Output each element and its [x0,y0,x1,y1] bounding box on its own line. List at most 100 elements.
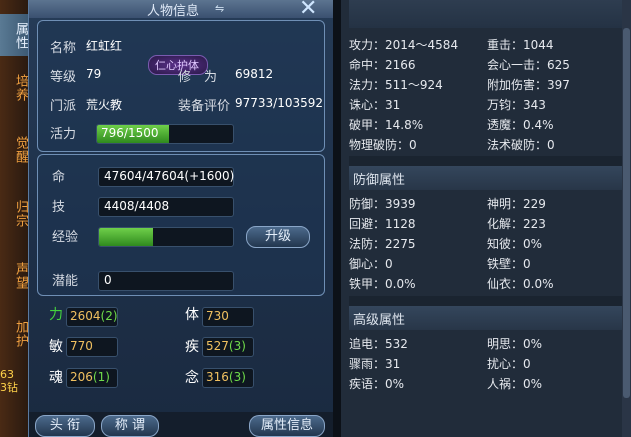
stat-value-constitution: 730 [206,309,229,323]
exp-fill [99,228,153,246]
defense-stat: 防御：3939 [349,197,416,211]
side-number-1: 63 [0,368,14,381]
attack-stat: 透魔：0.4% [487,118,554,132]
stat-base-agility: 770 [70,339,93,353]
stat-field-speed: 527(3) [202,337,254,357]
side-tab-bar: 属性 培养 觉醒 归宗 声望 加护 63 3钻 [0,0,28,437]
name-label: 名称 [50,41,77,56]
stat-field-agility: 770 [66,337,118,357]
upgrade-button[interactable]: 升级 [246,226,310,248]
advanced-stat: 人祸：0% [487,377,543,391]
swap-icon[interactable]: ⇋ [215,2,224,15]
attack-header [349,0,622,28]
side-number-2: 3钻 [0,381,18,394]
stat-bonus-soul: (1) [92,370,110,384]
attack-stat: 物理破防：0 [349,138,417,152]
vitality-value: 796/1500 [101,126,159,140]
cultivation-value: 69812 [235,67,274,81]
gear-score-label: 装备评价 [178,99,231,114]
stat-base-strength: 2604 [70,309,101,323]
stat-value-mind: 316(3) [206,370,246,384]
faction-label: 门派 [50,99,77,114]
defense-stat: 铁壁：0 [487,257,531,271]
scrollbar[interactable] [622,0,631,437]
advanced-title: 高级属性 [353,313,406,328]
defense-stat: 回避：1128 [349,217,416,231]
stat-field-mind: 316(3) [202,368,254,388]
vitals-box: 命 47604/47604(+1600) 技 4408/4408 经验 升级 潜… [37,154,325,296]
stat-field-soul: 206(1) [66,368,118,388]
stat-base-mind: 316 [206,370,229,384]
stat-value-agility: 770 [70,339,93,353]
basic-info-box: 名称 红虹红 仁心护体 等级 79 修 为 69812 门派 荒火教 装备评价 … [37,20,325,152]
attack-stat: 破甲：14.8% [349,118,424,132]
advanced-stat: 明思：0% [487,337,543,351]
level-label: 等级 [50,70,77,85]
tab-protection[interactable]: 加护 [0,312,28,354]
advanced-header: 高级属性 [349,306,622,330]
tab-reputation[interactable]: 声望 [0,254,28,296]
stat-base-speed: 527 [206,339,229,353]
stat-bonus-strength: (2) [100,309,118,323]
advanced-stat: 追电：532 [349,337,408,351]
panel-divider [333,0,341,437]
stat-base-soul: 206 [70,370,93,384]
section-divider [349,156,622,166]
tab-return[interactable]: 归宗 [0,192,28,234]
section-divider [349,296,622,306]
level-value: 79 [86,67,102,81]
tab-cultivate[interactable]: 培养 [0,66,28,108]
stat-base-constitution: 730 [206,309,229,323]
exp-bar [98,227,234,247]
exp-label: 经验 [52,230,79,245]
stat-bonus-speed: (3) [228,339,246,353]
attack-stat: 攻力：2014～4584 [349,38,459,52]
side-number: 63 3钻 [0,368,28,394]
advanced-stat: 扰心：0 [487,357,531,371]
attack-stat: 重击：1044 [487,38,554,52]
defense-stat: 知彼：0% [487,237,543,251]
defense-stat: 铁甲：0.0% [349,277,416,291]
defense-stat: 法防：2275 [349,237,416,251]
stat-label-agility: 敏 [49,339,63,355]
gear-score-value: 97733/103592 [235,96,324,110]
appellation-button[interactable]: 称 谓 [101,415,159,437]
stat-label-strength: 力 [49,307,63,323]
attribute-detail-panel: 攻力：2014～4584 重击：1044 命中：2166 会心一击：625 法力：511… [341,0,622,437]
faction-value: 荒火教 [86,98,123,112]
stat-label-soul: 魂 [49,370,63,386]
attack-stat: 法力：511～924 [349,78,443,92]
skill-value: 4408/4408 [104,199,170,213]
vitality-bar: 796/1500 [96,124,234,144]
defense-stat: 御心：0 [349,257,393,271]
potential-field: 0 [98,271,234,291]
stat-bonus-mind: (3) [228,370,246,384]
tab-awaken[interactable]: 觉醒 [0,128,28,170]
defense-header: 防御属性 [349,166,622,190]
bottom-bar: 头 衔 称 谓 属性信息 [29,412,334,437]
title-button[interactable]: 头 衔 [35,415,95,437]
tab-attributes[interactable]: 属性 [0,14,28,56]
stat-label-mind: 念 [185,370,199,386]
scrollbar-thumb[interactable] [623,28,630,398]
stat-label-speed: 疾 [185,339,199,355]
potential-label: 潜能 [52,274,79,289]
defense-title: 防御属性 [353,173,406,188]
attribute-info-button[interactable]: 属性信息 [249,415,325,437]
title-bar[interactable]: 人物信息 ⇋ ✕ [29,0,334,21]
attack-stat: 附加伤害：397 [487,78,570,92]
stat-field-strength: 2604(2) [66,307,118,327]
life-field: 47604/47604(+1600) [98,167,234,187]
stat-value-soul: 206(1) [70,370,110,384]
attack-stat: 会心一击：625 [487,58,570,72]
skill-label: 技 [52,200,66,215]
close-icon[interactable]: ✕ [299,0,317,21]
defense-stat: 仙衣：0.0% [487,277,554,291]
cultivation-label: 修 为 [178,70,218,85]
defense-stat: 神明：229 [487,197,546,211]
attack-stat: 万钧：343 [487,98,546,112]
life-label: 命 [52,170,66,185]
character-info-panel: 人物信息 ⇋ ✕ 名称 红虹红 仁心护体 等级 79 修 为 69812 门派 … [28,0,336,437]
attack-stat: 法术破防：0 [487,138,555,152]
attack-stat: 诛心：31 [349,98,401,112]
